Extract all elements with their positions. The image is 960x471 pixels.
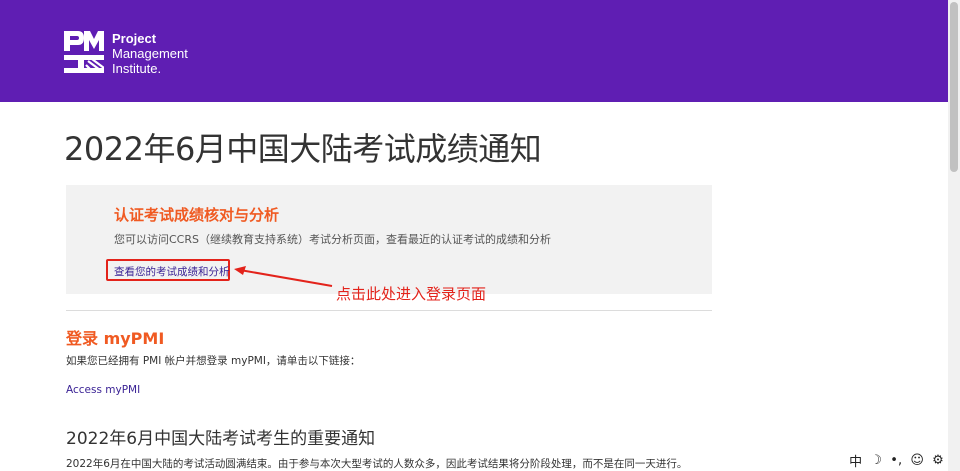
notice-body: 2022年6月在中国大陆的考试活动圆满结束。由于参与本次大型考试的人数众多，因此… [66,458,688,470]
logo-line-1: Project [112,31,157,46]
notice-title: 2022年6月中国大陆考试考生的重要通知 [66,429,376,449]
login-section-title: 登录 myPMI [66,329,165,348]
section-divider [66,310,712,311]
page-title: 2022年6月中国大陆考试成绩通知 [64,130,542,168]
login-description: 如果您已经拥有 PMI 帐户并想登录 myPMI，请单击以下链接： [66,355,361,367]
access-mypmi-link[interactable]: Access myPMI [66,384,140,396]
pmi-logo-icon[interactable] [64,31,104,73]
punctuation-icon[interactable]: •, [890,453,902,468]
ime-mode-toggle[interactable]: 中 [849,451,862,470]
score-analysis-card: 认证考试成绩核对与分析 您可以访问CCRS（继续教育支持系统）考试分析页面，查看… [66,185,712,294]
annotation-arrow-icon [234,266,333,287]
moon-icon[interactable]: ☽ [870,453,882,468]
ime-toolbar[interactable]: 中 ☽ •, ☺ ⚙ [845,450,948,471]
logo-line-3: Institute. [112,61,162,76]
logo-line-2: Management [112,46,188,61]
settings-icon[interactable]: ⚙ [932,453,944,468]
view-scores-link-highlight[interactable]: 查看您的考试成绩和分析 [106,259,230,281]
scrollbar-thumb[interactable] [950,2,958,172]
emoji-icon[interactable]: ☺ [910,453,924,468]
annotation-text: 点击此处进入登录页面 [336,285,487,303]
card-title: 认证考试成绩核对与分析 [114,206,280,224]
site-header: Project Management Institute. [0,0,948,102]
logo-wordmark[interactable]: Project Management Institute. [112,31,188,76]
view-scores-link[interactable]: 查看您的考试成绩和分析 [114,264,230,279]
card-description: 您可以访问CCRS（继续教育支持系统）考试分析页面，查看最近的认证考试的成绩和分… [114,233,551,246]
